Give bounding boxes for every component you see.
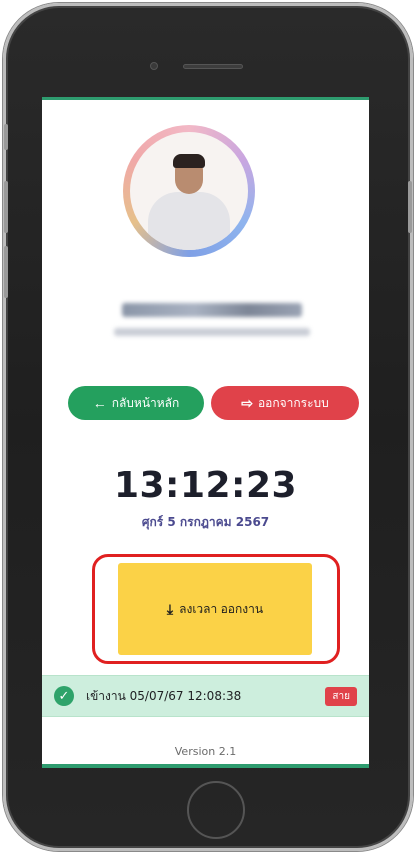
avatar-body: [148, 192, 230, 250]
screen-bottom-bar: [42, 764, 369, 768]
app-screen: ← กลับหน้าหลัก ⇨ ออกจากระบบ 13:12:23 ศุก…: [42, 97, 369, 767]
checkout-button[interactable]: ⤓ ลงเวลา ออกงาน: [118, 563, 312, 655]
user-name-redacted: [122, 303, 302, 317]
power-button: [408, 181, 412, 233]
current-time: 13:12:23: [113, 465, 298, 506]
check-in-status: ✓ เข้างาน 05/07/67 12:08:38 สาย: [42, 675, 369, 717]
avatar-photo: [130, 132, 248, 250]
back-home-label: กลับหน้าหลัก: [111, 395, 180, 410]
sign-out-icon: ⇨: [241, 394, 253, 411]
avatar: [123, 125, 255, 257]
volume-down-button: [4, 246, 8, 298]
current-date: ศุกร์ 5 กรกฎาคม 2567: [141, 515, 270, 529]
home-button[interactable]: [187, 781, 245, 839]
version-text: Version 2.1: [174, 745, 237, 758]
earpiece-speaker: [183, 64, 243, 69]
volume-up-button: [4, 181, 8, 233]
avatar-hair: [173, 154, 205, 168]
arrow-left-icon: ←: [92, 395, 107, 411]
check-circle-icon: ✓: [54, 686, 74, 706]
front-camera: [150, 62, 158, 70]
back-home-button[interactable]: ← กลับหน้าหลัก: [68, 386, 204, 420]
logout-button[interactable]: ⇨ ออกจากระบบ: [211, 386, 359, 420]
mute-switch: [4, 124, 8, 150]
check-in-text: เข้างาน 05/07/67 12:08:38: [86, 688, 242, 703]
late-badge: สาย: [325, 686, 357, 706]
user-position-redacted: [114, 328, 310, 336]
checkout-label: ลงเวลา ออกงาน: [179, 601, 264, 616]
logout-label: ออกจากระบบ: [257, 395, 329, 410]
download-icon: ⤓: [166, 600, 174, 617]
